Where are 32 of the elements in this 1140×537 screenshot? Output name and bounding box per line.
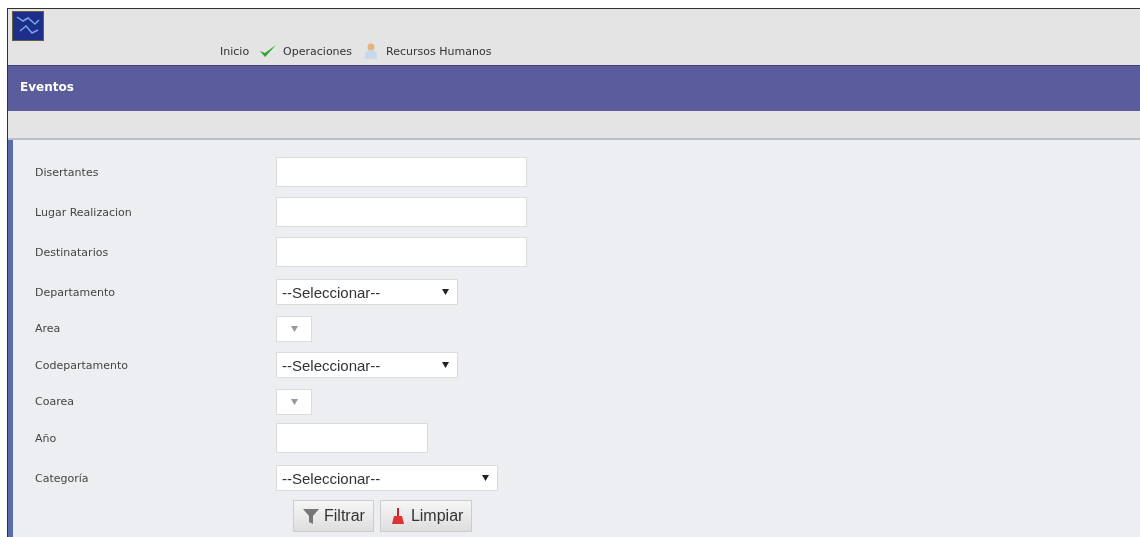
field-label: Coarea: [35, 395, 75, 408]
dropdown[interactable]: --Seleccionar--: [276, 279, 458, 305]
field-label: Categoría: [35, 471, 90, 485]
menu-item[interactable]: Operaciones: [283, 44, 353, 58]
text-field[interactable]: [276, 197, 527, 227]
dropdown[interactable]: --Seleccionar--: [276, 465, 498, 491]
text-field[interactable]: [276, 237, 527, 267]
caret-icon: [442, 362, 449, 368]
text-field[interactable]: [276, 157, 527, 187]
caret-icon: [442, 289, 449, 295]
field-label: Año: [35, 431, 58, 445]
check-icon: [259, 43, 278, 59]
caret-icon: [290, 325, 298, 332]
logo-icon: [12, 11, 44, 41]
menu-item[interactable]: Inicio: [220, 44, 250, 58]
filter-button[interactable]: Filtrar: [293, 500, 374, 532]
field-label: Codepartamento: [35, 358, 129, 372]
field-label: Area: [35, 322, 62, 335]
clear-button[interactable]: Limpiar: [379, 500, 473, 532]
menu-item[interactable]: Recursos Humanos: [386, 44, 492, 58]
filter-icon: [302, 507, 320, 525]
dropdown[interactable]: [276, 388, 312, 415]
page-title: Eventos: [20, 80, 74, 94]
text-field[interactable]: [276, 423, 428, 453]
dropdown[interactable]: --Seleccionar--: [276, 352, 458, 378]
caret-icon: [290, 398, 298, 405]
field-label: Destinatarios: [35, 245, 110, 259]
field-label: Lugar Realizacion: [35, 205, 133, 219]
dropdown[interactable]: [276, 315, 312, 342]
field-label: Departamento: [35, 285, 117, 299]
caret-icon: [482, 475, 489, 481]
field-label: Disertantes: [35, 165, 100, 179]
